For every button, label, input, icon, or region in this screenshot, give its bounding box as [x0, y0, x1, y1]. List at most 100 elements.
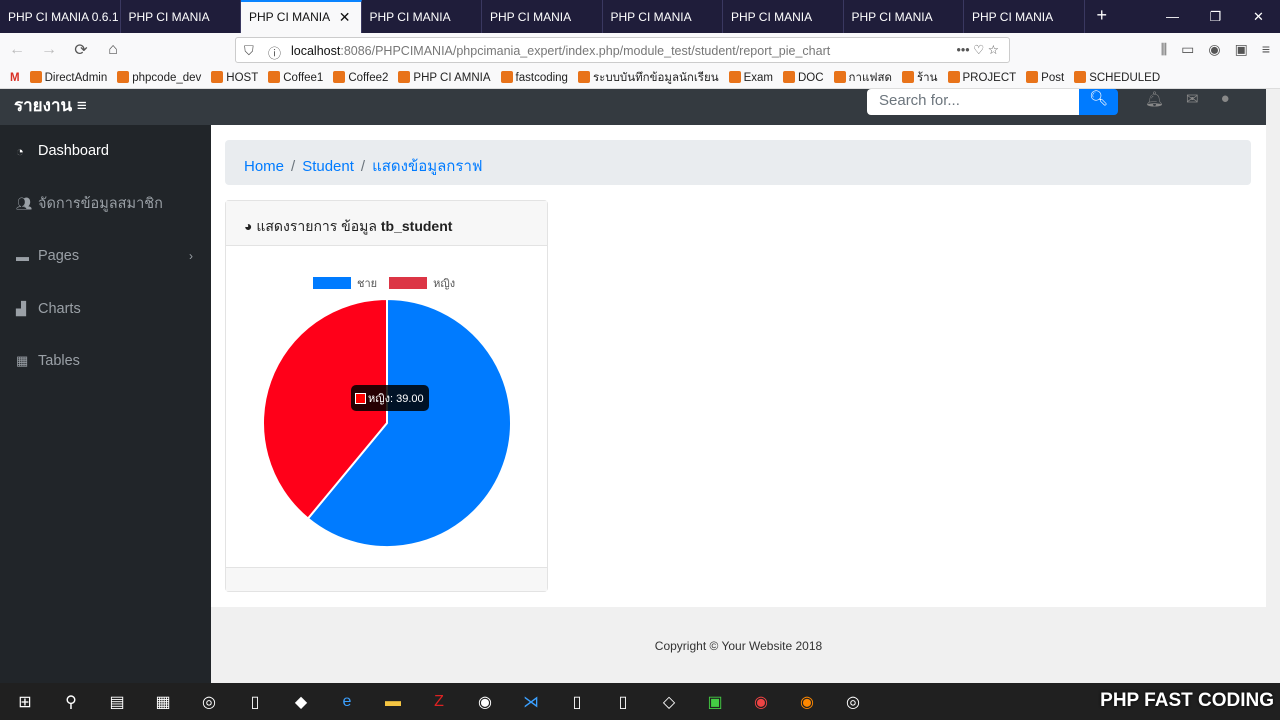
reload-button[interactable]: ⟳: [66, 40, 96, 60]
browser-tab-strip: PHP CI MANIA 0.6.1 PHP CI MANIA PHP CI MAN…: [0, 0, 1280, 33]
edge-icon[interactable]: e: [334, 693, 360, 711]
file-icon[interactable]: ▯: [610, 692, 636, 712]
card-header: ◕ แสดงรายการ ข้อมูล tb_student: [226, 201, 547, 246]
toolbar-icons[interactable]: ⫼ ▭ ◉ ▣ ≡: [1161, 41, 1270, 58]
chevron-right-icon: ›: [189, 249, 193, 264]
bookmark-item[interactable]: DOC: [782, 71, 824, 84]
footer: Copyright © Your Website 2018: [211, 607, 1266, 683]
sidebar-item-tables[interactable]: ▦ Tables: [0, 335, 211, 388]
user-icon[interactable]: ●: [1221, 90, 1230, 108]
tachometer-icon: ◔: [16, 143, 24, 159]
obs-icon[interactable]: ◎: [840, 692, 866, 712]
bookmark-item[interactable]: DirectAdmin: [29, 71, 107, 84]
app-icon[interactable]: ◆: [288, 692, 314, 712]
vscode-icon[interactable]: ⋊: [518, 692, 544, 712]
bookmark-item[interactable]: ระบบบันทึกข้อมูลนักเรียน: [577, 69, 719, 87]
file-icon[interactable]: ▯: [242, 692, 268, 712]
task-view-icon[interactable]: ▤: [104, 692, 130, 712]
sidebar-item-label: Pages: [38, 248, 80, 265]
sidebar-item-pages[interactable]: ▬ Pages ›: [0, 230, 211, 283]
bookmarks-bar: M DirectAdmin phpcode_dev HOST Coffee1 Coffee…: [0, 67, 1280, 89]
browser-tab[interactable]: PHP CI MANIA: [362, 0, 482, 33]
gmail-icon[interactable]: M: [10, 72, 20, 84]
brand-text: รายงาน: [14, 96, 73, 115]
breadcrumb: Home / Student / แสดงข้อมูลกราฟ: [225, 140, 1251, 185]
bookmark-item[interactable]: Coffee2: [333, 71, 388, 84]
browser-tab[interactable]: PHP CI MANIA: [723, 0, 844, 33]
folder-icon[interactable]: ▬: [380, 693, 406, 711]
home-button[interactable]: ⌂: [98, 41, 128, 59]
search-icon[interactable]: ⚲: [58, 692, 84, 712]
bookmark-item[interactable]: PROJECT: [947, 71, 1016, 84]
chrome-icon[interactable]: ◉: [748, 692, 774, 712]
browser-tab[interactable]: PHP CI MANIA: [603, 0, 723, 33]
bookmark-item[interactable]: phpcode_dev: [117, 71, 201, 84]
browser-tab[interactable]: PHP CI MANIA ✕: [241, 0, 362, 33]
bookmark-item[interactable]: Exam: [728, 71, 773, 84]
bookmark-item[interactable]: ร้าน: [902, 69, 938, 87]
app-icon[interactable]: ▣: [702, 692, 728, 712]
browser-tab[interactable]: PHP CI MANIA: [964, 0, 1085, 33]
table-icon: ▦: [16, 353, 29, 369]
card-title-table: tb_student: [380, 218, 453, 234]
browser-tab[interactable]: PHP CI MANIA: [482, 0, 603, 33]
search-button[interactable]: 🔍︎: [1079, 89, 1118, 115]
bell-icon[interactable]: 🔔︎: [1145, 90, 1164, 108]
envelope-icon[interactable]: ✉: [1186, 90, 1199, 108]
back-button[interactable]: ←: [2, 41, 32, 59]
app-icon[interactable]: ◎: [196, 692, 222, 712]
navigation-bar: ← → ⟳ ⌂ ⛉ ⓘ localhost:8086/PHPCIMANIA/phpc…: [0, 33, 1280, 67]
card-footer: [226, 567, 547, 591]
taskbar: ⊞ ⚲ ▤ ▦ ◎ ▯ ◆ e ▬ Z ◉ ⋊ ▯ ▯ ◇ ▣ ◉ ◉ ◎: [0, 683, 1280, 720]
info-icon: ⓘ: [268, 46, 282, 61]
page-actions-icons[interactable]: ••• ♡ ☆: [957, 42, 1000, 57]
sidebar-item-label: Dashboard: [38, 143, 109, 160]
window-controls: — ❐ ✕: [1151, 0, 1280, 33]
pie-chart-icon: ◕: [244, 218, 253, 234]
filezilla-icon[interactable]: Z: [426, 693, 452, 711]
url-bar[interactable]: ⛉ ⓘ localhost:8086/PHPCIMANIA/phpcimania_e…: [235, 37, 1010, 63]
breadcrumb-home[interactable]: Home: [244, 158, 284, 175]
app-icon[interactable]: ◇: [656, 692, 682, 712]
bookmark-item[interactable]: HOST: [211, 71, 258, 84]
calculator-icon[interactable]: ▦: [150, 692, 176, 712]
top-navbar: รายงาน ≡ Search for... 🔍︎ 🔔︎ ✉ ●: [0, 89, 1266, 125]
watermark-logo: PHP FAST CODING: [1100, 690, 1274, 711]
search-input[interactable]: Search for...: [867, 89, 1079, 115]
chart-area-icon: ▟: [16, 300, 26, 316]
new-tab-button[interactable]: +: [1085, 0, 1120, 33]
url-host: localhost: [291, 44, 341, 58]
close-window-button[interactable]: ✕: [1237, 0, 1280, 33]
forward-button[interactable]: →: [34, 41, 64, 59]
browser-tab[interactable]: PHP CI MANIA: [844, 0, 964, 33]
app-icon[interactable]: ◉: [472, 692, 498, 712]
file-icon[interactable]: ▯: [564, 692, 590, 712]
menu-toggle-icon[interactable]: ≡: [77, 96, 87, 115]
bookmark-item[interactable]: กาแฟสด: [833, 69, 892, 87]
sidebar-item-charts[interactable]: ▟ Charts: [0, 283, 211, 336]
scrollbar[interactable]: [1266, 89, 1280, 683]
brand[interactable]: รายงาน ≡: [14, 92, 87, 119]
main-content: Home / Student / แสดงข้อมูลกราฟ ◕ แสดงรายการ…: [211, 125, 1266, 683]
minimize-button[interactable]: —: [1151, 0, 1194, 33]
close-tab-icon[interactable]: ✕: [339, 9, 351, 26]
browser-tab[interactable]: PHP CI MANIA: [121, 0, 241, 33]
maximize-button[interactable]: ❐: [1194, 0, 1237, 33]
bookmark-item[interactable]: fastcoding: [500, 71, 568, 84]
sidebar-item-dashboard[interactable]: ◔ Dashboard: [0, 125, 211, 178]
url-path: :8086/PHPCIMANIA/phpcimania_expert/index…: [340, 44, 831, 58]
copyright-text: Copyright © Your Website 2018: [654, 639, 823, 653]
search-icon: 🔍︎: [1088, 90, 1109, 107]
sidebar-item-members[interactable]: 👥︎ จัดการข้อมูลสมาชิก: [0, 178, 211, 231]
browser-tab[interactable]: PHP CI MANIA 0.6.1: [0, 0, 121, 33]
sidebar-item-label: Tables: [38, 353, 80, 370]
windows-start-icon[interactable]: ⊞: [12, 692, 38, 712]
bookmark-item[interactable]: SCHEDULED: [1074, 71, 1160, 84]
bookmark-item[interactable]: PHP CI AMNIA: [398, 71, 491, 84]
bookmark-item[interactable]: Post: [1026, 71, 1064, 84]
shield-icon: ⛉: [244, 43, 254, 58]
bookmark-item[interactable]: Coffee1: [268, 71, 323, 84]
sidebar: ◔ Dashboard 👥︎ จัดการข้อมูลสมาชิก ▬ Pages › ▟ Ch…: [0, 125, 211, 683]
breadcrumb-student[interactable]: Student: [302, 158, 354, 175]
firefox-icon[interactable]: ◉: [794, 692, 820, 712]
